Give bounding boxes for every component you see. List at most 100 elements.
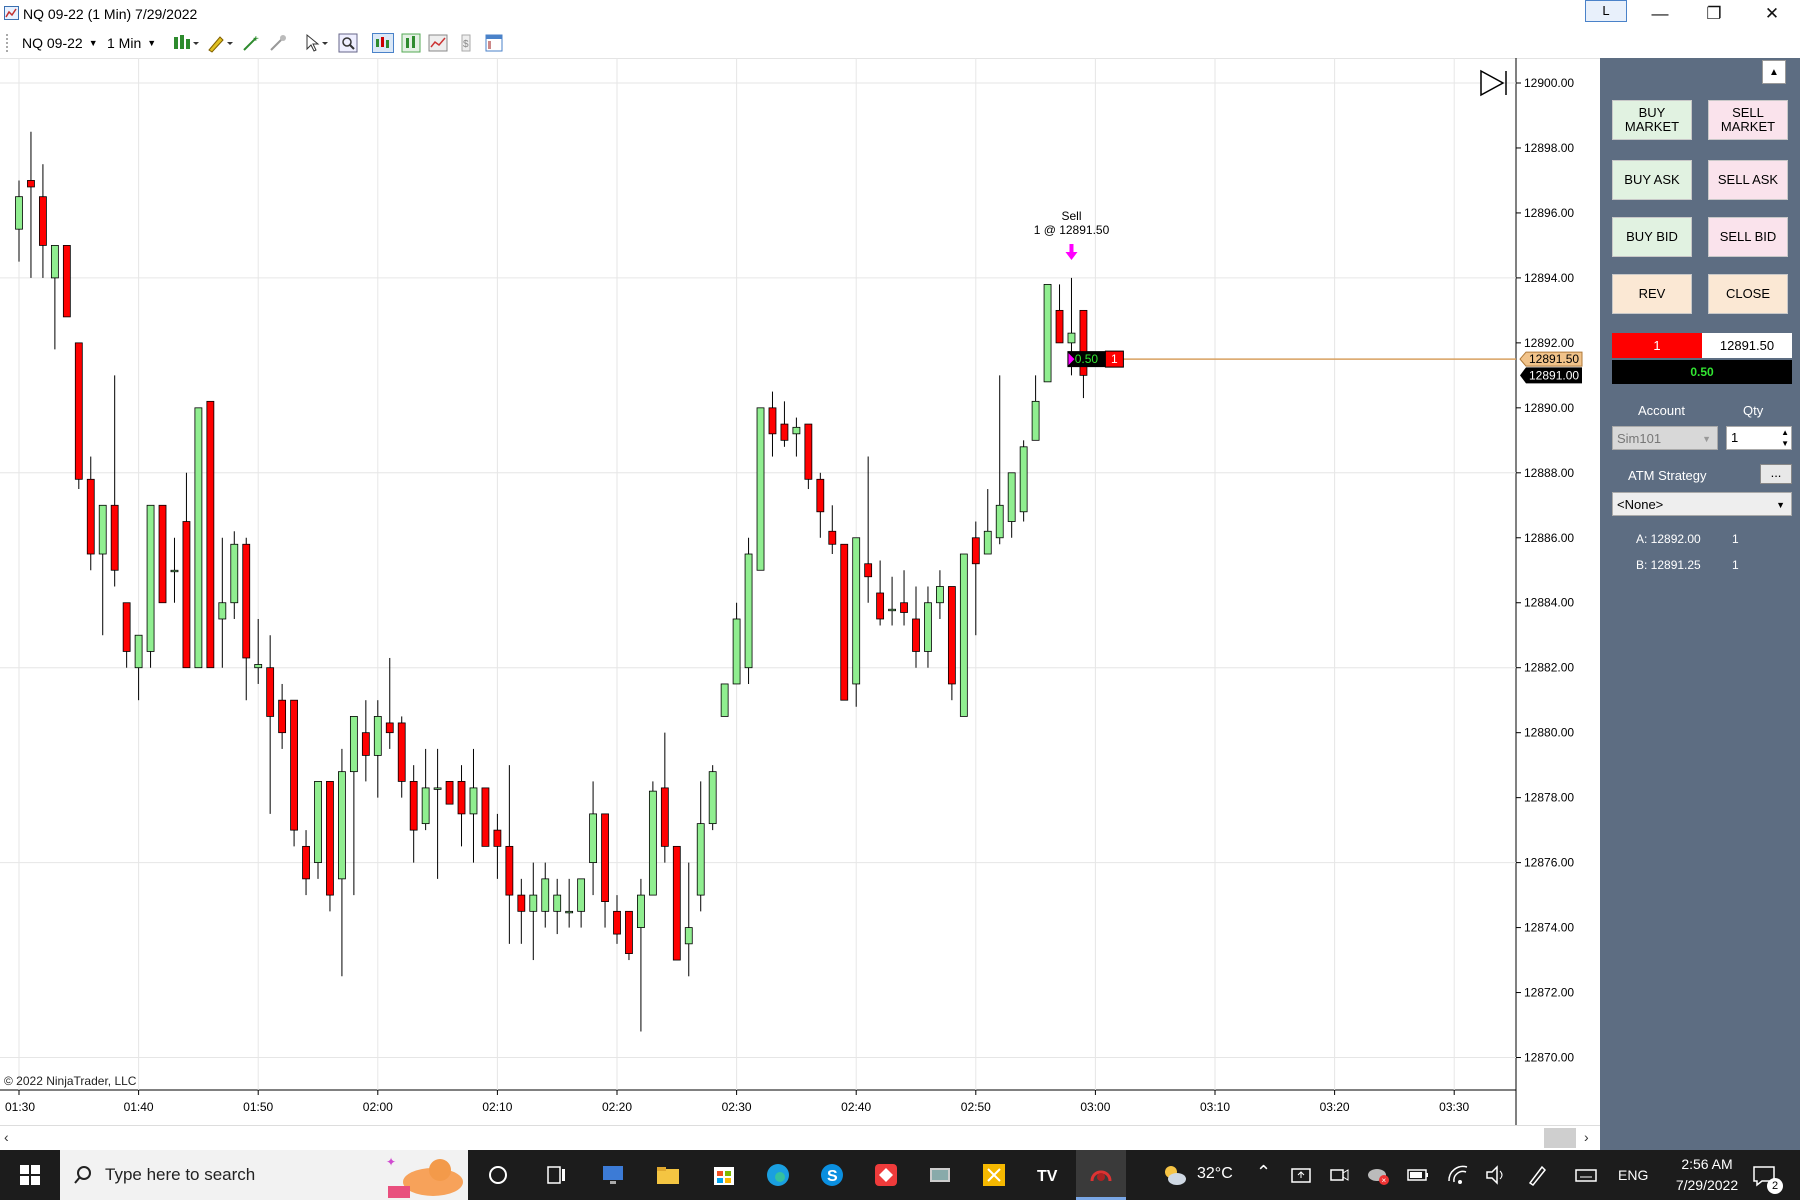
candle [589, 781, 597, 896]
candle-body-up [529, 894, 538, 912]
pen-icon[interactable] [1526, 1161, 1550, 1189]
chart-area[interactable]: 0.50 1 Sell 1 @ 12891.50 12900.00 12898.00 12… [0, 58, 1600, 1150]
chart-app-icon [4, 6, 19, 20]
close-position-button[interactable]: CLOSE [1708, 274, 1788, 314]
execution-detail-label: 1 @ 12891.50 [1034, 223, 1110, 237]
chart-trader-icon[interactable] [372, 33, 394, 53]
zoom-icon[interactable] [338, 33, 358, 53]
sticky-app-icon[interactable] [980, 1161, 1008, 1189]
candle [912, 586, 920, 668]
sell-bid-button[interactable]: SELL BID [1708, 217, 1788, 257]
taskbar-search-box[interactable]: Type here to search ✦ [60, 1150, 468, 1200]
instrument-selector[interactable]: NQ 09-22 ▼ [22, 32, 98, 54]
price-tick-label: 12900.00 [1524, 76, 1574, 90]
bid-size: 1 [1732, 558, 1739, 572]
chart-style-icon[interactable] [172, 33, 200, 53]
candle [708, 765, 717, 831]
app-icon-monitor[interactable] [600, 1161, 628, 1189]
candle-body-up [888, 608, 896, 612]
stepper-down-icon[interactable]: ▼ [1781, 438, 1789, 449]
candle-body-down [804, 423, 813, 480]
scroll-thumb[interactable] [1544, 1128, 1576, 1148]
scroll-right-icon[interactable]: › [1584, 1129, 1589, 1145]
restore-button[interactable]: ❐ [1688, 0, 1740, 28]
link-button[interactable]: L [1585, 0, 1627, 22]
sell-market-label: SELL MARKET [1720, 105, 1776, 134]
close-window-button[interactable]: ✕ [1746, 0, 1798, 28]
candle-body-up [98, 504, 107, 555]
edge-browser-icon[interactable] [764, 1161, 792, 1189]
candle [409, 765, 418, 863]
ask-size: 1 [1732, 532, 1739, 546]
tray-app-icon[interactable] [1290, 1161, 1312, 1189]
horizontal-scrollbar[interactable]: ‹ › [0, 1125, 1600, 1150]
cortana-icon[interactable] [484, 1161, 512, 1189]
tradingview-icon[interactable]: TV [1034, 1161, 1062, 1189]
buy-bid-button[interactable]: BUY BID [1612, 217, 1692, 257]
microsoft-store-icon[interactable] [710, 1161, 738, 1189]
input-language[interactable]: ENG [1618, 1167, 1648, 1183]
candle-body-up [146, 504, 155, 652]
candle [39, 164, 47, 278]
candle [529, 862, 538, 961]
interval-selector[interactable]: 1 Min ▼ [107, 32, 156, 54]
candle-body-up [708, 771, 717, 825]
quantity-stepper[interactable]: 1 ▲ ▼ [1726, 426, 1792, 450]
battery-icon[interactable] [1406, 1161, 1430, 1189]
price-tick-label: 12874.00 [1524, 921, 1574, 935]
task-view-icon[interactable] [542, 1161, 570, 1189]
stepper-up-icon[interactable]: ▲ [1781, 427, 1789, 438]
clock-date[interactable]: 7/29/2022 [1668, 1177, 1746, 1193]
candle-body-down [397, 722, 406, 782]
atm-strategy-select[interactable]: <None> ▼ [1612, 492, 1792, 516]
sell-ask-button[interactable]: SELL ASK [1708, 160, 1788, 200]
network-app-icon[interactable] [926, 1161, 954, 1189]
candlestick-series [15, 131, 1088, 1032]
wifi-icon[interactable] [1446, 1161, 1470, 1189]
candle [98, 504, 107, 636]
drawing-tool-icon[interactable] [206, 33, 234, 53]
touch-keyboard-icon[interactable] [1574, 1161, 1598, 1189]
meet-now-icon[interactable] [1328, 1161, 1350, 1189]
candle [744, 537, 753, 684]
buy-ask-button[interactable]: BUY ASK [1612, 160, 1692, 200]
candle [553, 878, 562, 935]
windows-start-icon[interactable] [16, 1161, 44, 1189]
unrealized-pnl: 0.50 [1612, 360, 1792, 384]
candle [792, 417, 801, 457]
candle [900, 570, 908, 626]
reverse-button[interactable]: REV [1612, 274, 1692, 314]
price-tick-label: 12892.00 [1524, 336, 1574, 350]
data-box-icon[interactable] [401, 33, 421, 53]
show-hidden-icons-icon[interactable]: ⌃ [1256, 1162, 1271, 1183]
minimize-button[interactable]: — [1634, 0, 1686, 28]
scroll-left-icon[interactable]: ‹ [4, 1129, 9, 1145]
candle-body-down [122, 602, 131, 652]
scroll-to-end-icon[interactable] [1480, 69, 1507, 97]
indicator-icon[interactable]: + [241, 33, 261, 53]
clock-time[interactable]: 2:56 AM [1670, 1156, 1744, 1172]
file-explorer-icon[interactable] [654, 1161, 682, 1189]
sell-market-button[interactable]: SELL MARKET [1708, 100, 1788, 140]
anydesk-icon[interactable] [872, 1161, 900, 1189]
position-pnl-label: 0.50 [1075, 352, 1099, 366]
toolbar-grip[interactable] [6, 34, 10, 52]
price-marker-icon[interactable]: $ [456, 33, 476, 53]
candle-body-up [15, 196, 23, 230]
collapse-panel-button[interactable]: ▲ [1762, 60, 1786, 84]
skype-icon[interactable]: S [818, 1161, 846, 1189]
candle [86, 456, 95, 571]
candle [983, 489, 992, 555]
account-select[interactable]: Sim101 ▼ [1612, 426, 1718, 450]
vpn-status-icon[interactable]: × [1366, 1161, 1390, 1189]
chart-properties-icon[interactable] [428, 33, 448, 53]
price-chart[interactable]: 0.50 1Sell1 @ 12891.50 12900.0012898.0012… [0, 58, 1600, 1150]
volume-icon[interactable] [1484, 1161, 1508, 1189]
ninjatrader-taskbar-item[interactable] [1076, 1150, 1126, 1200]
strategy-icon[interactable] [268, 33, 288, 53]
template-icon[interactable] [484, 33, 504, 53]
cursor-tool-icon[interactable] [303, 33, 331, 53]
temperature: 32°C [1197, 1165, 1233, 1182]
buy-market-button[interactable]: BUY MARKET [1612, 100, 1692, 140]
atm-strategy-options-button[interactable]: ... [1760, 464, 1792, 484]
